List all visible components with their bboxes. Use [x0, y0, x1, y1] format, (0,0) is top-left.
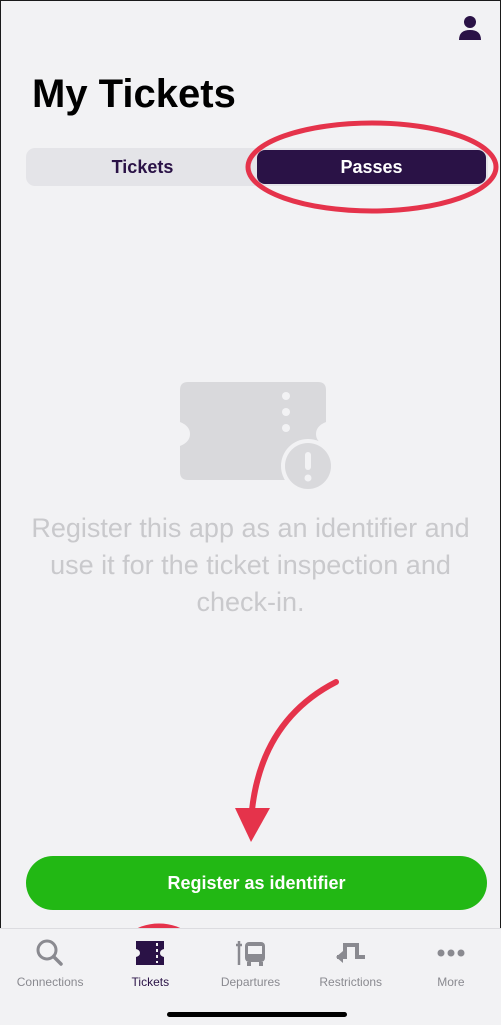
ticket-warning-icon — [180, 382, 335, 492]
tab-connections[interactable]: Connections — [0, 937, 100, 1025]
ticket-icon — [136, 941, 165, 965]
tab-more[interactable]: More — [401, 937, 501, 1025]
bus-departures-icon — [235, 941, 265, 966]
tab-label: More — [437, 975, 465, 989]
bottom-tab-bar: Connections Tickets Departures Restricti… — [0, 928, 501, 1025]
tab-label: Departures — [220, 975, 281, 989]
tab-label: Tickets — [131, 975, 170, 989]
page-title: My Tickets — [32, 72, 236, 116]
tickets-passes-segmented-control: Tickets Passes — [26, 148, 488, 186]
tab-label: Restrictions — [319, 975, 383, 989]
home-indicator — [167, 1012, 347, 1017]
segment-tickets[interactable]: Tickets — [28, 150, 257, 184]
empty-state-message: Register this app as an identifier and u… — [31, 513, 470, 617]
search-icon — [36, 939, 63, 966]
annotation-arrow-line — [249, 679, 339, 813]
annotation-arrowhead — [235, 808, 270, 842]
person-icon — [459, 16, 481, 40]
more-dots-icon — [437, 949, 465, 957]
tab-label: Connections — [16, 975, 84, 989]
segment-passes[interactable]: Passes — [257, 150, 486, 184]
profile-button[interactable] — [457, 14, 483, 42]
restrictions-icon — [335, 943, 365, 963]
register-identifier-button[interactable]: Register as identifier — [26, 856, 487, 910]
